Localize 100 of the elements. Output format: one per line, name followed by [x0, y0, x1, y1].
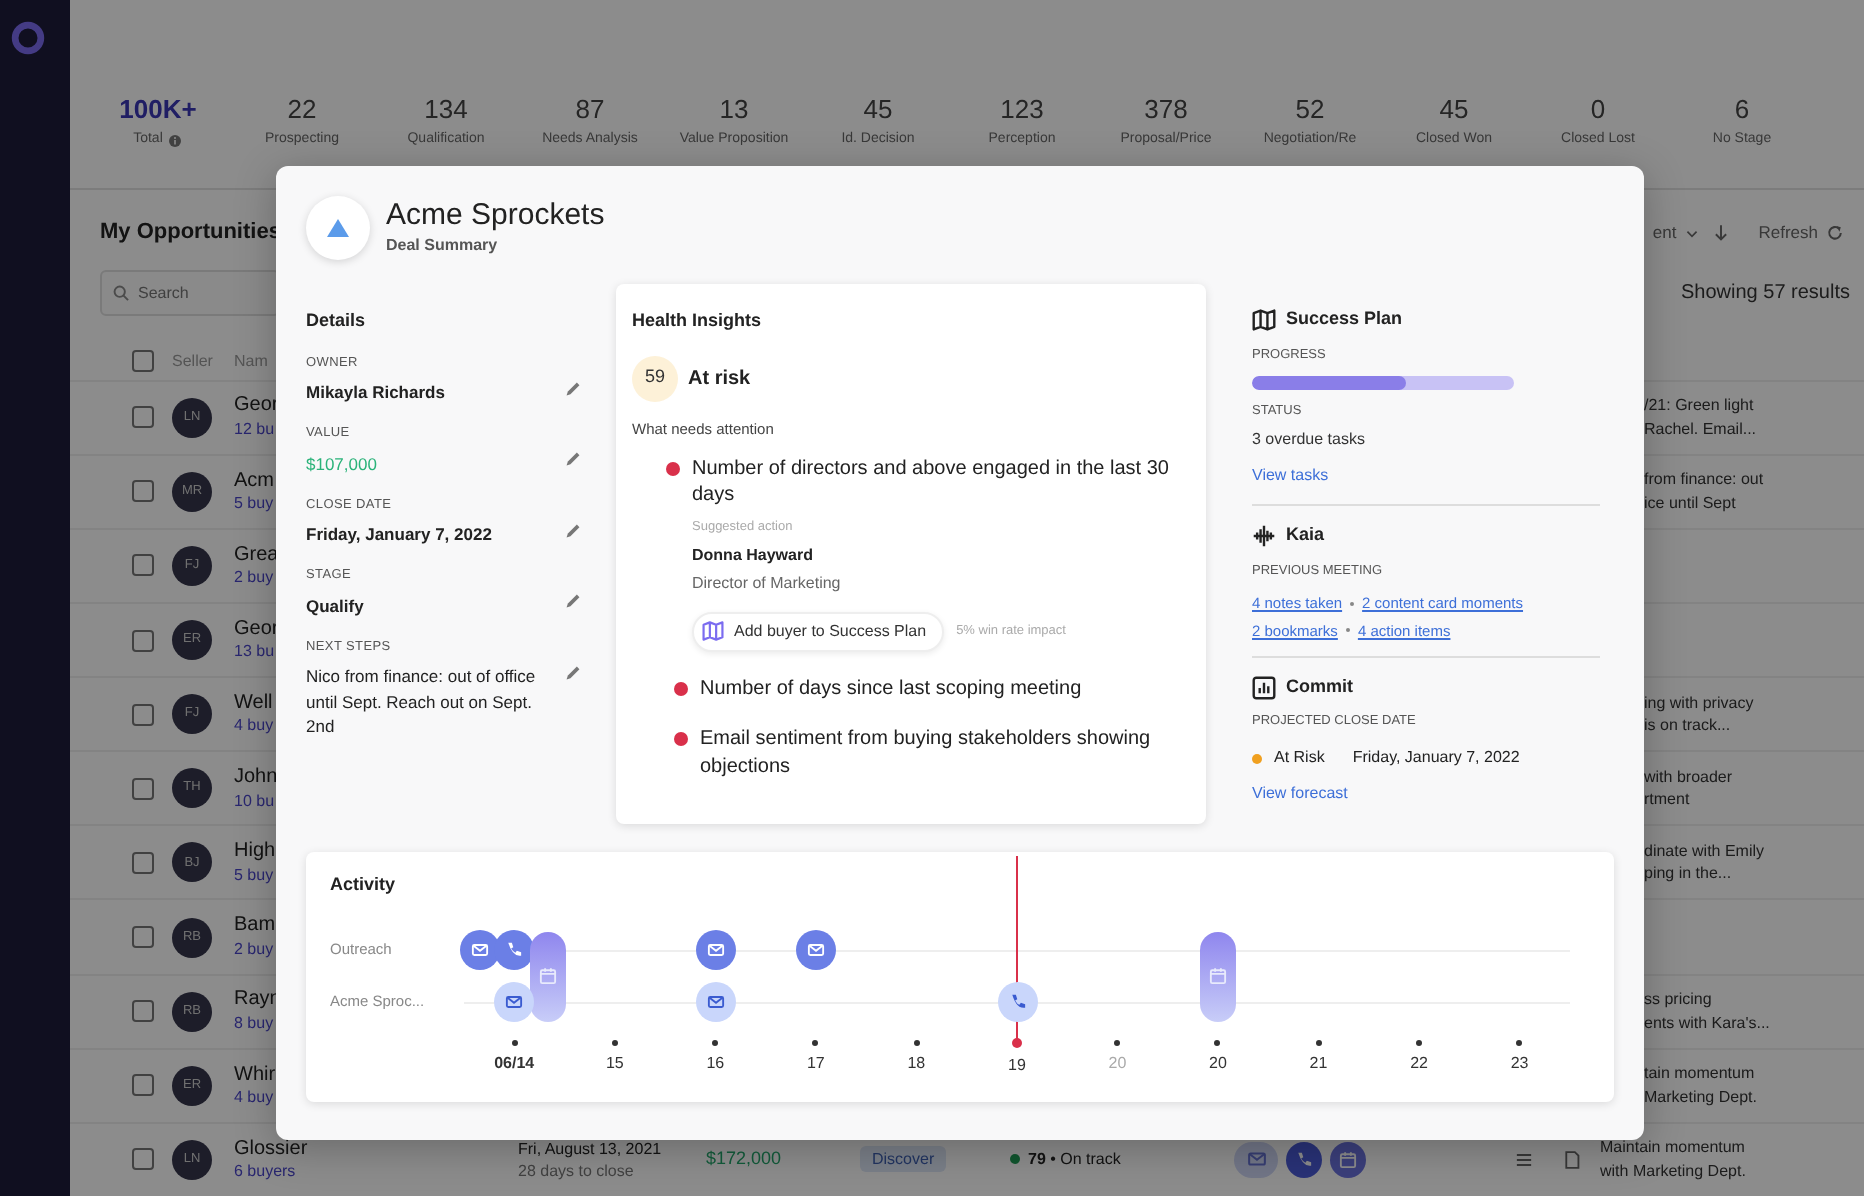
checkbox[interactable] — [132, 629, 154, 652]
checkbox[interactable] — [132, 1148, 154, 1171]
list-icon[interactable] — [1514, 1149, 1534, 1170]
sort-dropdown[interactable]: ent — [1652, 220, 1701, 247]
email-icon[interactable] — [460, 929, 501, 969]
email-icon[interactable] — [695, 929, 736, 969]
edit-icon[interactable] — [564, 450, 582, 468]
section-title: Commit — [1286, 673, 1353, 700]
view-forecast-link[interactable]: View forecast — [1252, 782, 1348, 806]
stat-count: 22 — [285, 96, 319, 125]
next-steps-text: with broader — [1644, 765, 1735, 789]
section-title: Details — [306, 308, 368, 334]
risk-dot — [666, 461, 680, 476]
checkbox[interactable] — [132, 554, 154, 577]
refresh-icon — [1826, 224, 1844, 243]
health-score: 59 — [632, 355, 678, 401]
section-title: Success Plan — [1286, 306, 1403, 332]
results-count: Showing 57 results — [1681, 279, 1850, 308]
checkbox[interactable] — [132, 406, 154, 429]
checkbox[interactable] — [132, 350, 154, 373]
stat-count: 45 — [861, 96, 895, 125]
stat-count: 45 — [1437, 96, 1471, 125]
next-steps-text: ping in the... — [1644, 862, 1734, 887]
insight-text: Email sentiment from buying stakeholders showing objections — [700, 726, 1153, 780]
health-status: At risk — [688, 365, 751, 393]
add-buyer-button[interactable]: Add buyer to Success Plan — [692, 611, 945, 651]
refresh-button[interactable]: Refresh — [1758, 220, 1844, 247]
document-icon[interactable] — [1562, 1149, 1582, 1170]
buyers-link[interactable]: 6 buyers — [234, 1162, 518, 1183]
edit-icon[interactable] — [564, 592, 582, 610]
next-steps-text: ing with privacy — [1644, 691, 1756, 715]
date-label: 06/14 — [494, 1051, 535, 1075]
edit-icon[interactable] — [564, 521, 582, 539]
insight-text: Number of directors and above engaged in the last 30 days — [692, 455, 1171, 510]
deal-value: $172,000 — [706, 1148, 782, 1169]
checkbox[interactable] — [132, 777, 154, 800]
date-label: 15 — [605, 1051, 624, 1075]
email-icon[interactable] — [494, 981, 535, 1021]
calendar-icon[interactable] — [530, 931, 567, 1021]
dialog-title: Acme Sprockets — [386, 198, 605, 234]
calendar-icon[interactable] — [1330, 1141, 1366, 1178]
next-steps-text: Marketing Dept. — [1644, 1085, 1759, 1109]
checkbox[interactable] — [132, 1074, 154, 1097]
close-date: Fri, August 13, 2021 — [518, 1137, 664, 1160]
account-logo-icon — [306, 196, 370, 260]
map-icon — [702, 620, 724, 642]
field-value: Nico from finance: out of office until Sept. Reach out on Sept. 2nd — [306, 664, 538, 739]
checkbox[interactable] — [132, 703, 154, 726]
stage-tag: Discover — [860, 1146, 947, 1173]
date-label: 22 — [1410, 1051, 1428, 1075]
search-icon — [112, 283, 130, 302]
date-label: 18 — [907, 1051, 926, 1075]
separator-dot — [1350, 601, 1355, 606]
phone-icon[interactable] — [494, 929, 535, 969]
edit-icon[interactable] — [564, 663, 582, 681]
field-value: Mikayla Richards — [306, 380, 445, 406]
contact-name: Donna Hayward — [692, 543, 815, 567]
field-value: Qualify — [306, 593, 364, 619]
edit-icon[interactable] — [564, 379, 582, 397]
email-icon[interactable] — [695, 981, 736, 1021]
risk-dot — [674, 681, 688, 695]
checkbox[interactable] — [132, 851, 154, 874]
insight-text: Number of days since last scoping meeting — [700, 675, 1082, 702]
next-steps-text: with Marketing Dept. — [1600, 1159, 1748, 1184]
waveform-icon — [1252, 523, 1276, 548]
email-icon[interactable] — [1234, 1141, 1278, 1178]
card-title: Activity — [330, 872, 398, 898]
date-label: 16 — [706, 1051, 725, 1075]
stat-count: 123 — [998, 96, 1046, 125]
phone-icon[interactable] — [997, 981, 1037, 1021]
stat-count: 378 — [1142, 96, 1190, 125]
email-icon[interactable] — [795, 929, 836, 969]
separator-dot — [1345, 628, 1350, 633]
info-icon — [168, 133, 183, 148]
checkbox[interactable] — [132, 480, 154, 503]
projected-date: Friday, January 7, 2022 — [1352, 746, 1520, 770]
logo-icon[interactable] — [10, 20, 46, 56]
date-label: 21 — [1309, 1051, 1328, 1075]
section-title: Kaia — [1286, 522, 1325, 548]
next-steps-text: ents with Kara's... — [1644, 1011, 1772, 1035]
calendar-icon[interactable] — [1200, 931, 1237, 1021]
next-steps-text: Maintain momentum — [1600, 1136, 1747, 1160]
field-value: $107,000 — [306, 451, 377, 477]
sort-direction-icon[interactable] — [1712, 224, 1731, 243]
map-icon — [1252, 307, 1276, 332]
stat-count: 6 — [1732, 96, 1752, 125]
health-status: 79 • On track — [1028, 1147, 1121, 1172]
bar-chart-icon — [1252, 675, 1276, 699]
checkbox[interactable] — [132, 1000, 154, 1023]
stat-count: 134 — [422, 96, 470, 125]
view-tasks-link[interactable]: View tasks — [1252, 464, 1329, 488]
status-text: 3 overdue tasks — [1252, 428, 1367, 452]
phone-icon[interactable] — [1286, 1141, 1322, 1178]
field-value: Friday, January 7, 2022 — [306, 522, 492, 548]
stat-count: 0 — [1588, 96, 1608, 125]
search-field[interactable]: Search — [100, 269, 280, 316]
date-label: 20 — [1108, 1051, 1127, 1075]
checkbox[interactable] — [132, 926, 154, 949]
opportunity-name[interactable]: Glossier — [234, 1137, 518, 1163]
next-steps-text: ice until Sept — [1644, 491, 1738, 515]
